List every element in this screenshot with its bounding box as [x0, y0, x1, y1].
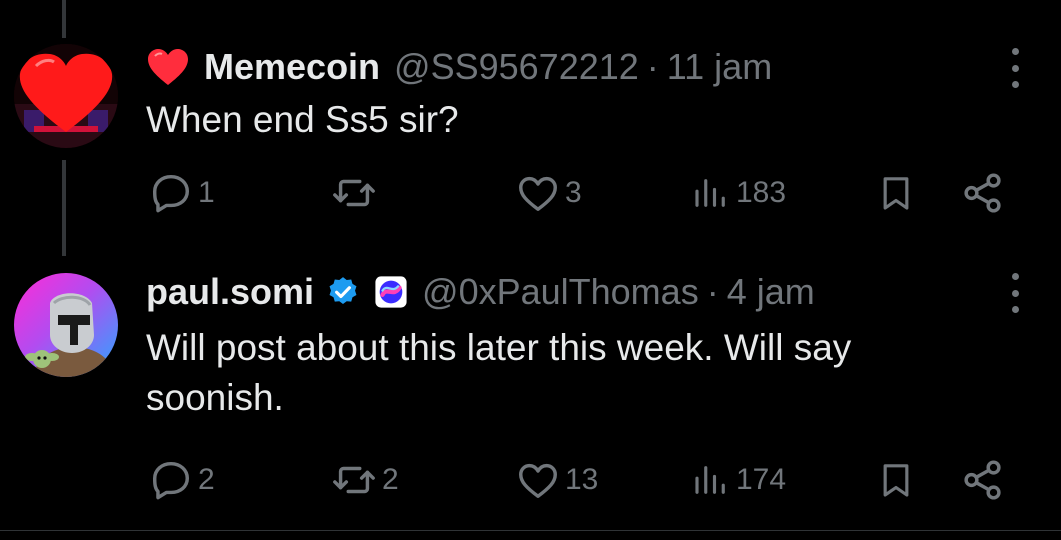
tweet-text: When end Ss5 sir?	[146, 99, 459, 140]
affiliate-badge-icon[interactable]	[374, 275, 408, 309]
repost-button[interactable]: 2	[330, 457, 399, 503]
repost-icon	[333, 466, 375, 494]
like-button[interactable]: 3	[515, 170, 582, 216]
views-button[interactable]: 183	[690, 170, 786, 216]
share-icon	[964, 173, 1001, 213]
reply-icon	[152, 174, 190, 213]
verified-badge-icon	[326, 275, 360, 309]
bookmark-icon	[883, 464, 909, 497]
avatar[interactable]	[14, 44, 118, 148]
tweet-reply-paul-somi[interactable]: paul.somi @0xPaulThomas · 4 jam Will pos…	[0, 245, 1061, 530]
user-handle[interactable]: @0xPaulThomas	[422, 271, 699, 313]
heart-icon	[519, 176, 557, 212]
views-chart-icon	[695, 466, 725, 494]
tweet-header: paul.somi @0xPaulThomas · 4 jam	[146, 269, 815, 315]
like-count: 3	[565, 176, 582, 209]
repost-count: 2	[382, 463, 399, 496]
tweet-reply-memecoin[interactable]: Memecoin @SS95672212 · 11 jam When end S…	[0, 0, 1061, 245]
more-options-icon[interactable]	[1007, 48, 1023, 88]
reply-icon	[152, 461, 190, 500]
reply-count: 2	[198, 463, 215, 496]
tweet-header: Memecoin @SS95672212 · 11 jam	[146, 44, 772, 90]
share-button[interactable]	[960, 170, 1006, 216]
tweet-actions: 1 3 183	[0, 170, 1061, 220]
views-button[interactable]: 174	[690, 457, 786, 503]
repost-button[interactable]	[330, 170, 382, 216]
heart-icon	[519, 463, 557, 499]
display-name[interactable]: paul.somi	[146, 271, 314, 313]
bookmark-icon	[883, 177, 909, 210]
view-count: 183	[736, 176, 787, 209]
tweet-text: Will post about this later this week. Wi…	[146, 327, 852, 418]
reply-button[interactable]: 2	[148, 457, 215, 503]
timestamp[interactable]: 11 jam	[667, 46, 772, 88]
repost-icon	[333, 179, 375, 207]
divider	[0, 530, 1061, 531]
share-button[interactable]	[960, 457, 1006, 503]
avatar[interactable]	[14, 273, 118, 377]
separator-dot: ·	[706, 271, 719, 312]
views-chart-icon	[695, 179, 725, 207]
like-count: 13	[565, 463, 599, 496]
timestamp[interactable]: 4 jam	[727, 271, 815, 313]
more-options-icon[interactable]	[1007, 273, 1023, 313]
view-count: 174	[736, 463, 787, 496]
tweet-actions: 2 2 13 174	[0, 457, 1061, 507]
like-button[interactable]: 13	[515, 457, 598, 503]
heart-emoji-icon	[146, 47, 190, 87]
reply-count: 1	[198, 176, 215, 209]
share-icon	[964, 460, 1001, 500]
bookmark-button[interactable]	[876, 170, 916, 216]
separator-dot: ·	[646, 46, 659, 87]
reply-button[interactable]: 1	[148, 170, 215, 216]
bookmark-button[interactable]	[876, 457, 916, 503]
user-handle[interactable]: @SS95672212	[394, 46, 639, 88]
display-name[interactable]: Memecoin	[204, 46, 380, 88]
